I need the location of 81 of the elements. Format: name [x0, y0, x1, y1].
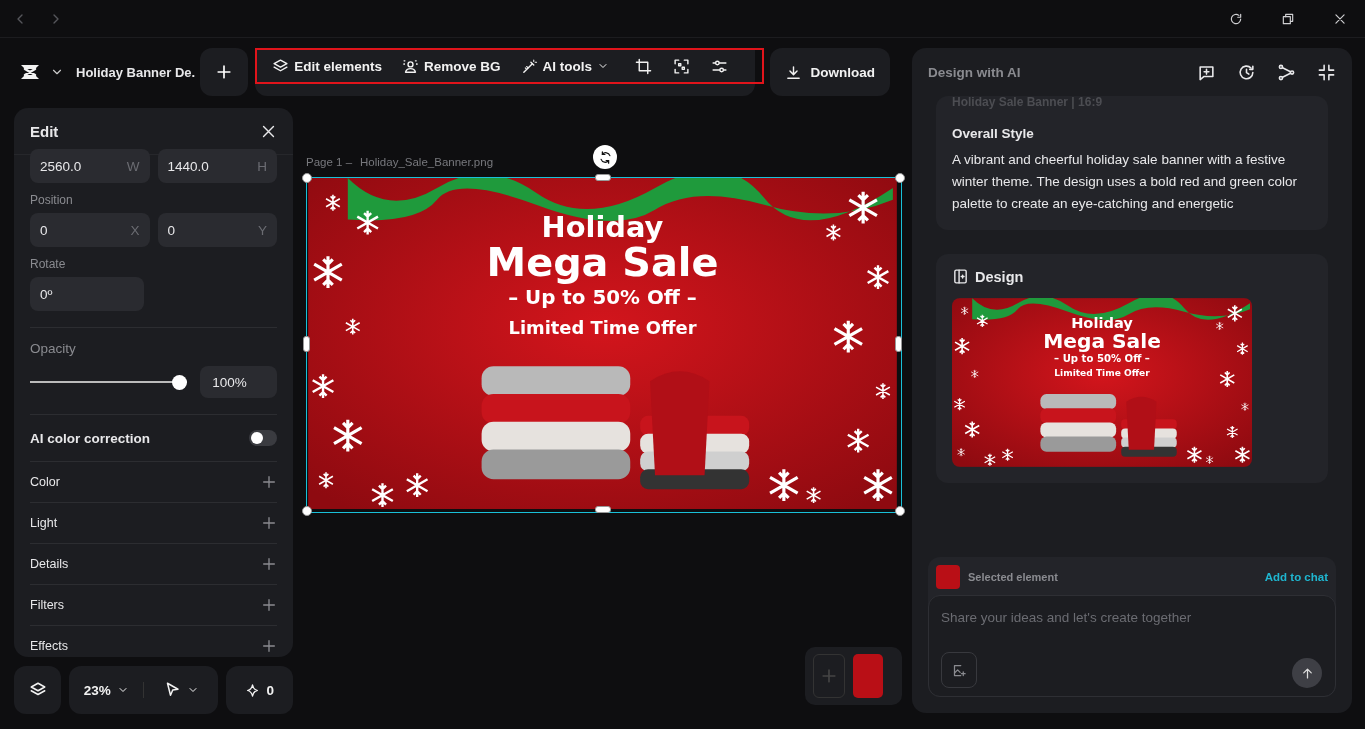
- resize-handle[interactable]: [302, 506, 312, 516]
- credits-button[interactable]: 0: [226, 666, 293, 714]
- banner-title: Holiday: [1071, 315, 1133, 331]
- banner-offer: – Up to 50% Off –: [508, 287, 697, 309]
- selected-element-label: Selected element: [968, 571, 1059, 583]
- resize-handle[interactable]: [595, 506, 611, 513]
- axis-label: X: [130, 222, 140, 238]
- refresh-icon[interactable]: [1229, 11, 1243, 26]
- plus-icon: [261, 638, 277, 654]
- field-label: Rotate: [30, 257, 67, 271]
- close-icon[interactable]: [1333, 11, 1347, 26]
- download-button[interactable]: Download: [770, 48, 891, 96]
- axis-label: Y: [258, 222, 267, 238]
- chat-input-text[interactable]: Share your ideas and let's create together: [929, 596, 1335, 639]
- magic-wand-icon: [520, 57, 538, 75]
- plus-icon: [261, 474, 277, 490]
- section-header[interactable]: Color: [30, 461, 277, 502]
- banner-headline: Mega Sale: [1043, 330, 1161, 352]
- banner-offer: – Up to 50% Off –: [1054, 353, 1150, 365]
- axis-label: H: [257, 158, 267, 174]
- banner-tagline: Limited Time Offer: [508, 318, 697, 338]
- resize-handle[interactable]: [303, 336, 310, 352]
- scan-icon: [672, 57, 690, 75]
- person-button[interactable]: Remove BG: [402, 51, 511, 81]
- field-label: Opacity: [30, 341, 77, 356]
- slider-thumb[interactable]: [172, 374, 188, 390]
- upload-image-button[interactable]: [941, 652, 977, 688]
- crop-icon: [634, 57, 652, 75]
- download-icon: [785, 63, 803, 81]
- design-file-icon: [952, 268, 969, 285]
- history-icon[interactable]: [1237, 62, 1256, 82]
- panel-title: Edit: [30, 122, 59, 140]
- resize-handle[interactable]: [895, 336, 902, 352]
- plus-icon: [261, 556, 277, 572]
- project-title: Holiday Banner De.: [76, 64, 196, 80]
- banner-headline: Mega Sale: [486, 242, 719, 284]
- banner-title: Holiday: [541, 211, 664, 243]
- send-button[interactable]: [1292, 658, 1322, 688]
- resize-handle[interactable]: [895, 173, 905, 183]
- number-field[interactable]: 0 Y: [157, 213, 277, 247]
- card-title: Design: [975, 268, 1024, 285]
- panel-title: Design with AI: [928, 64, 1022, 80]
- add-button[interactable]: [200, 48, 249, 96]
- element-thumbnail: [936, 565, 960, 589]
- number-field[interactable]: 0 X: [30, 213, 150, 247]
- layers-button[interactable]: [14, 666, 62, 714]
- rotate-icon: [597, 149, 613, 165]
- rotate-field[interactable]: 0º: [30, 277, 144, 311]
- restore-window-icon[interactable]: [1281, 11, 1295, 26]
- sparkle-icon: [245, 682, 261, 698]
- file-name: Holiday_Sale_Banner.png: [360, 156, 494, 170]
- toggle-label: AI color correction: [30, 430, 151, 446]
- number-field[interactable]: 2560.0 W: [30, 149, 150, 183]
- layers-button[interactable]: Edit elements: [272, 51, 392, 81]
- banner-tagline: Limited Time Offer: [1054, 369, 1150, 379]
- toggle-switch[interactable]: [249, 430, 277, 446]
- field-label: Position: [30, 193, 74, 207]
- number-field[interactable]: 1440.0 H: [157, 149, 277, 183]
- style-description: A vibrant and cheerful holiday sale banner with a festive winter theme. The design uses a bold red and green color palette to create an eye-catching and energetic: [952, 151, 1298, 213]
- opacity-field[interactable]: 100%: [200, 366, 277, 398]
- collapse-icon[interactable]: [1317, 62, 1336, 82]
- page-thumbnail[interactable]: [853, 654, 883, 698]
- magic-wand-button[interactable]: AI tools: [520, 51, 619, 81]
- plus-icon: [261, 597, 277, 613]
- resize-handle[interactable]: [595, 174, 611, 181]
- rotate-handle[interactable]: [593, 145, 617, 169]
- section-heading: Overall Style: [952, 126, 1035, 141]
- plus-icon: [261, 515, 277, 531]
- chat-input[interactable]: Share your ideas and let's create together: [928, 595, 1336, 697]
- section-header[interactable]: Details: [30, 543, 277, 584]
- resize-handle[interactable]: [302, 173, 312, 183]
- resize-handle[interactable]: [895, 506, 905, 516]
- section-header[interactable]: Light: [30, 502, 277, 543]
- axis-label: W: [126, 158, 140, 174]
- page-label: Page 1 –: [306, 156, 353, 170]
- section-header[interactable]: Filters: [30, 584, 277, 625]
- image-plus-icon: [951, 662, 967, 678]
- add-to-chat-link[interactable]: Add to chat: [1264, 571, 1328, 583]
- person-icon: [402, 57, 419, 75]
- share-nodes-icon[interactable]: [1277, 62, 1296, 82]
- design-preview[interactable]: Holiday Mega Sale – Up to 50% Off – Limited Time Offer: [952, 298, 1252, 467]
